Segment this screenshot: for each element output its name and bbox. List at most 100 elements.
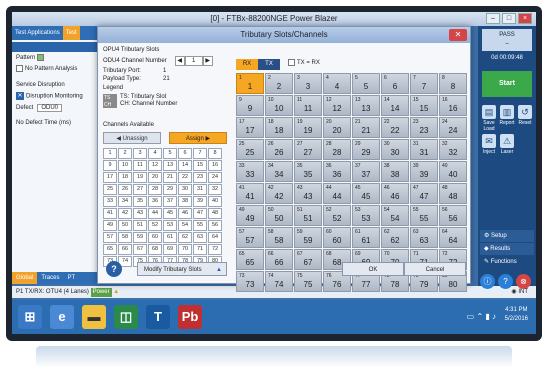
available-channel-cell[interactable]: 26 <box>118 184 132 195</box>
tributary-slot-cell[interactable]: 22 22 <box>381 117 409 138</box>
available-channel-cell[interactable]: 51 <box>133 220 147 231</box>
tributary-slot-cell[interactable]: 14 14 <box>381 95 409 116</box>
tributary-slot-cell[interactable]: 11 <box>236 73 264 94</box>
tributary-slot-cell[interactable]: 49 49 <box>236 205 264 226</box>
save-load-button[interactable]: ▤ Save Load <box>481 105 497 132</box>
tributary-slot-cell[interactable]: 73 73 <box>236 271 264 292</box>
tributary-slot-cell[interactable]: 12 12 <box>323 95 351 116</box>
tab-tx[interactable]: TX <box>258 59 280 70</box>
increment-icon[interactable]: ▶ <box>202 56 213 66</box>
start-button[interactable]: Start <box>482 71 532 97</box>
tributary-slot-cell[interactable]: 88 <box>439 73 467 94</box>
available-channel-cell[interactable]: 54 <box>178 220 192 231</box>
available-channel-cell[interactable]: 46 <box>178 208 192 219</box>
tributary-slot-cell[interactable]: 50 50 <box>265 205 293 226</box>
available-channel-cell[interactable]: 35 <box>133 196 147 207</box>
tributary-slot-cell[interactable]: 35 35 <box>294 161 322 182</box>
available-channel-cell[interactable]: 9 <box>103 160 117 171</box>
available-channel-cell[interactable]: 57 <box>103 232 117 243</box>
available-channel-cell[interactable]: 7 <box>193 148 207 159</box>
disruption-checkbox[interactable]: ✕ <box>16 92 24 101</box>
available-channel-cell[interactable]: 28 <box>148 184 162 195</box>
tributary-slot-cell[interactable]: 62 62 <box>381 227 409 248</box>
available-channel-cell[interactable]: 65 <box>103 244 117 255</box>
tributary-slot-cell[interactable]: 53 53 <box>352 205 380 226</box>
available-channel-cell[interactable]: 34 <box>118 196 132 207</box>
available-channel-cell[interactable]: 15 <box>193 160 207 171</box>
info-icon[interactable]: ⓘ <box>480 274 495 289</box>
tributary-slot-cell[interactable]: 41 41 <box>236 183 264 204</box>
tributary-slot-cell[interactable]: 33 <box>294 73 322 94</box>
tributary-slot-cell[interactable]: 66 <box>381 73 409 94</box>
folder-icon[interactable]: ▬ <box>82 305 106 329</box>
tributary-slot-cell[interactable]: 34 34 <box>265 161 293 182</box>
tributary-slot-cell[interactable]: 16 16 <box>439 95 467 116</box>
tributary-slot-cell[interactable]: 19 19 <box>294 117 322 138</box>
tributary-slot-cell[interactable]: 47 47 <box>410 183 438 204</box>
tributary-slot-cell[interactable]: 45 45 <box>352 183 380 204</box>
tributary-slot-cell[interactable]: 13 13 <box>352 95 380 116</box>
available-channel-cell[interactable]: 33 <box>103 196 117 207</box>
tributary-slot-cell[interactable]: 60 60 <box>323 227 351 248</box>
tributary-slot-cell[interactable]: 44 <box>323 73 351 94</box>
available-channel-cell[interactable]: 11 <box>133 160 147 171</box>
tributary-slot-cell[interactable]: 57 57 <box>236 227 264 248</box>
available-channel-cell[interactable]: 39 <box>193 196 207 207</box>
tributary-slot-cell[interactable]: 22 <box>265 73 293 94</box>
tributary-slot-cell[interactable]: 74 74 <box>265 271 293 292</box>
tributary-slot-cell[interactable]: 52 52 <box>323 205 351 226</box>
tributary-slot-cell[interactable]: 18 18 <box>265 117 293 138</box>
tributary-slot-cell[interactable]: 59 59 <box>294 227 322 248</box>
available-channel-cell[interactable]: 10 <box>118 160 132 171</box>
tab-pt[interactable]: PT <box>63 272 79 284</box>
available-channel-cell[interactable]: 16 <box>208 160 222 171</box>
available-channel-cell[interactable]: 12 <box>148 160 162 171</box>
tributary-slot-cell[interactable]: 38 38 <box>381 161 409 182</box>
tributary-slot-cell[interactable]: 65 65 <box>236 249 264 270</box>
available-channel-cell[interactable]: 49 <box>103 220 117 231</box>
tributary-slot-cell[interactable]: 58 58 <box>265 227 293 248</box>
available-channel-cell[interactable]: 60 <box>148 232 162 243</box>
available-channel-cell[interactable]: 19 <box>133 172 147 183</box>
tributary-slot-cell[interactable]: 75 75 <box>294 271 322 292</box>
odu4-channel-value[interactable]: 1 <box>184 56 203 66</box>
available-channel-cell[interactable]: 38 <box>178 196 192 207</box>
tributary-slot-cell[interactable]: 77 <box>410 73 438 94</box>
available-channel-cell[interactable]: 70 <box>178 244 192 255</box>
help-icon[interactable]: ? <box>498 274 513 289</box>
app-icon[interactable]: ◫ <box>114 305 138 329</box>
available-channel-cell[interactable]: 27 <box>133 184 147 195</box>
start-menu-icon[interactable]: ⊞ <box>18 305 42 329</box>
tributary-slot-cell[interactable]: 67 67 <box>294 249 322 270</box>
close-icon[interactable]: × <box>518 13 532 24</box>
tributary-slot-cell[interactable]: 39 39 <box>410 161 438 182</box>
tab-global[interactable]: Global <box>12 272 38 284</box>
functions-menu[interactable]: ✎ Functions <box>480 256 534 268</box>
available-channel-cell[interactable]: 66 <box>118 244 132 255</box>
available-channel-cell[interactable]: 1 <box>103 148 117 159</box>
available-channel-cell[interactable]: 25 <box>103 184 117 195</box>
report-button[interactable]: ▥ Report <box>499 105 515 132</box>
available-channel-cell[interactable]: 2 <box>118 148 132 159</box>
tributary-slot-cell[interactable]: 37 37 <box>352 161 380 182</box>
tab-test[interactable]: Test <box>62 26 80 40</box>
tributary-slot-cell[interactable]: 63 63 <box>410 227 438 248</box>
available-channel-cell[interactable]: 55 <box>193 220 207 231</box>
cancel-button[interactable]: Cancel <box>404 262 466 276</box>
tributary-slot-cell[interactable]: 30 30 <box>381 139 409 160</box>
tributary-slot-cell[interactable]: 55 <box>352 73 380 94</box>
available-channel-cell[interactable]: 14 <box>178 160 192 171</box>
available-channel-cell[interactable]: 48 <box>208 208 222 219</box>
browser-icon[interactable]: e <box>50 305 74 329</box>
tributary-slot-cell[interactable]: 21 21 <box>352 117 380 138</box>
tributary-slot-cell[interactable]: 51 51 <box>294 205 322 226</box>
available-channel-cell[interactable]: 72 <box>208 244 222 255</box>
defect-select[interactable]: ODU0 <box>37 104 63 113</box>
unassign-button[interactable]: ◀ Unassign <box>103 132 161 144</box>
blazer-app-icon[interactable]: T <box>146 305 170 329</box>
decrement-icon[interactable]: ◀ <box>174 56 185 66</box>
tab-rx[interactable]: RX <box>236 59 258 70</box>
tributary-slot-cell[interactable]: 64 64 <box>439 227 467 248</box>
tributary-slot-cell[interactable]: 11 11 <box>294 95 322 116</box>
tributary-slot-cell[interactable]: 33 33 <box>236 161 264 182</box>
